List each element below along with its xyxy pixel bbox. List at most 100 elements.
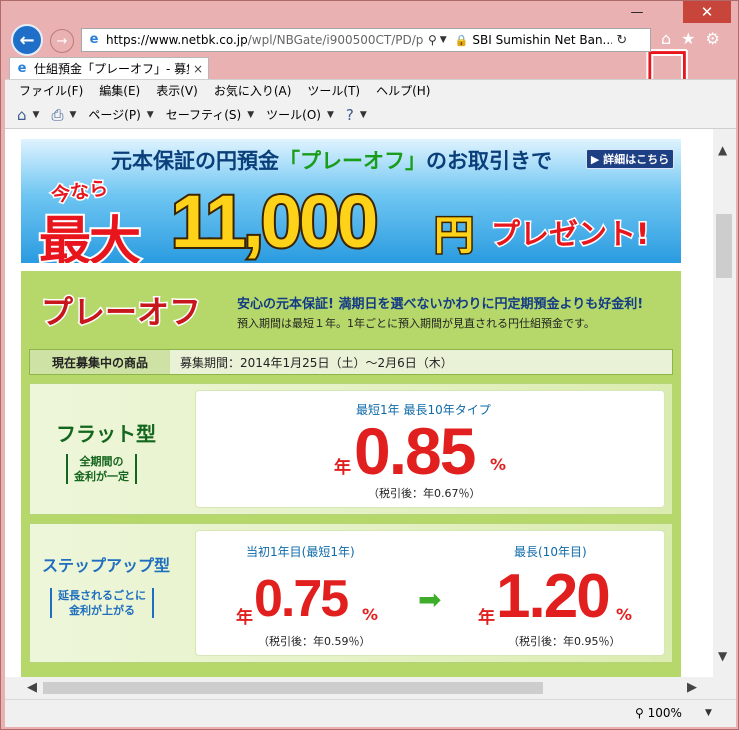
ie-logo-icon: e (17, 60, 27, 76)
vertical-scrollbar[interactable]: ▲ ▼ (713, 129, 736, 677)
menu-favorites[interactable]: お気に入り(A) (214, 82, 292, 99)
stepup-first-percent: % (362, 605, 379, 624)
favorites-star-icon[interactable]: ★ (681, 29, 695, 48)
dropdown-arrow-icon[interactable]: ▼ (247, 110, 254, 120)
url-input[interactable]: https://www.netbk.co.jp/wpl/NBGate/i9005… (106, 33, 424, 47)
flat-type-row: フラット型 全期間の金利が一定 最短1年 最長10年タイプ 年 0.85 % （… (29, 383, 673, 515)
flat-rate-value: 0.85 (354, 414, 476, 488)
settings-gear-icon[interactable]: ⚙ (706, 29, 720, 48)
headline-product: 「プレーオフ」 (279, 149, 426, 173)
horizontal-scroll-thumb[interactable] (43, 682, 543, 694)
ie-logo-icon: e (89, 32, 99, 47)
arrow-left-icon: ← (19, 29, 35, 51)
zoom-magnifier-icon: ⚲ (635, 706, 648, 720)
tab-close-button[interactable]: × (193, 62, 203, 76)
menu-help[interactable]: ヘルプ(H) (376, 82, 430, 99)
flat-after-tax: （税引後：年0.67％） (368, 487, 481, 500)
arrow-right-icon: → (56, 33, 68, 49)
refresh-icon[interactable]: ↻ (616, 33, 627, 48)
stepup-max-after-tax: （税引後：年0.95％） (508, 635, 621, 648)
menu-tools[interactable]: ツール(T) (307, 82, 360, 99)
page-menu[interactable]: ページ(P) (88, 106, 140, 123)
stepup-type-name: ステップアップ型 (42, 556, 171, 575)
help-icon[interactable]: ? (346, 106, 354, 124)
zoom-level[interactable]: ⚲ 100% (635, 706, 682, 720)
status-bar: ⚲ 100% ▼ (5, 699, 736, 727)
campaign-banner[interactable]: 元本保証の円預金「プレーオフ」のお取引きで ▶ 詳細はこちら 今なら 最大 11… (21, 139, 681, 263)
search-icon[interactable]: ⚲ (428, 33, 437, 47)
recruitment-bar: 現在募集中の商品 募集期間：2014年1月25日（土）～2月6日（木） (29, 349, 673, 375)
menu-file[interactable]: ファイル(F) (19, 82, 83, 99)
site-identity[interactable]: SBI Sumishin Net Ban... (472, 33, 612, 47)
dropdown-arrow-icon[interactable]: ▼ (33, 110, 40, 120)
browser-actions: ⌂ ★ ⚙ (661, 29, 720, 48)
stepup-max-rate: 1.20 (496, 562, 611, 631)
home-icon[interactable]: ⌂ (661, 29, 671, 48)
url-host: https://www.netbk.co.jp (106, 33, 248, 47)
title-bar: — ☐ ✕ (1, 1, 738, 104)
tab-playoff[interactable]: e 仕組預金「プレーオフ」- 募集... × (9, 57, 209, 79)
flat-type-note: 全期間の 金利が一定 (66, 454, 137, 484)
product-title: プレーオフ (39, 292, 202, 333)
product-panel: プレーオフ 安心の元本保証! 満期日を選べないかわりに円定期預金よりも好金利! … (21, 271, 681, 677)
horizontal-scrollbar[interactable]: ◀ ▶ (5, 677, 713, 699)
scroll-left-icon[interactable]: ◀ (27, 680, 37, 695)
safety-menu[interactable]: セーフティ(S) (166, 106, 242, 123)
flat-note-line2: 金利が一定 (74, 470, 129, 483)
play-icon: ▶ (590, 152, 604, 166)
dropdown-arrow-icon[interactable]: ▼ (360, 110, 367, 120)
forward-button[interactable]: → (50, 29, 74, 53)
dropdown-arrow-icon[interactable]: ▼ (705, 708, 712, 718)
lock-icon[interactable]: 🔒 (455, 34, 469, 47)
flat-rate-card: 最短1年 最長10年タイプ 年 0.85 % （税引後：年0.67％） (195, 390, 665, 508)
details-button-label: 詳細はこちら (603, 153, 670, 166)
zoom-value: 100% (647, 706, 682, 720)
page-content: 元本保証の円預金「プレーオフ」のお取引きで ▶ 詳細はこちら 今なら 最大 11… (5, 129, 713, 677)
tab-label: 仕組預金「プレーオフ」- 募集... (34, 62, 189, 76)
print-icon[interactable]: ⎙ (51, 106, 63, 124)
browser-window: — ☐ ✕ ← → e https://www.netbk.co.jp/wpl/… (0, 0, 739, 730)
flat-type-name: フラット型 (56, 422, 156, 446)
scroll-up-icon[interactable]: ▲ (718, 143, 727, 157)
vertical-scroll-thumb[interactable] (716, 214, 732, 278)
dropdown-arrow-icon[interactable]: ▼ (69, 110, 76, 120)
headline-before: 元本保証の円預金 (111, 149, 279, 173)
menu-edit[interactable]: 編集(E) (99, 82, 140, 99)
address-bar[interactable]: e https://www.netbk.co.jp/wpl/NBGate/i90… (81, 28, 651, 52)
stepup-first-year: 年 (236, 608, 253, 628)
dropdown-arrow-icon[interactable]: ▼ (327, 110, 334, 120)
tools-menu[interactable]: ツール(O) (266, 106, 321, 123)
flat-rate-percent: % (490, 455, 507, 474)
banner-present: プレゼント! (489, 216, 650, 253)
scroll-down-icon[interactable]: ▼ (718, 649, 727, 663)
scroll-right-icon[interactable]: ▶ (687, 680, 697, 695)
navigation-row: ← → e https://www.netbk.co.jp/wpl/NBGate… (5, 23, 736, 57)
command-bar: ⌂ ▼ ⎙ ▼ ページ(P) ▼ セーフティ(S) ▼ ツール(O) ▼ ? ▼ (5, 101, 736, 129)
arrow-right-icon: ➡ (418, 583, 442, 616)
dropdown-arrow-icon[interactable]: ▼ (440, 35, 447, 45)
close-window-button[interactable]: ✕ (683, 1, 731, 23)
banner-amount: 11,000 (169, 178, 380, 263)
details-button[interactable]: ▶ 詳細はこちら (586, 149, 674, 169)
menu-view[interactable]: 表示(V) (156, 82, 198, 99)
stepup-type-row: ステップアップ型 延長されるごとに 金利が上がる 当初1年目(最短1年) 年 0.… (29, 523, 673, 663)
home-icon[interactable]: ⌂ (17, 106, 27, 124)
banner-max: 最大 (37, 210, 143, 263)
menu-bar: ファイル(F) 編集(E) 表示(V) お気に入り(A) ツール(T) ヘルプ(… (5, 79, 736, 101)
stepup-max-label: 最長(10年目) (514, 545, 587, 559)
dropdown-arrow-icon[interactable]: ▼ (147, 110, 154, 120)
stepup-note-line1: 延長されるごとに (58, 589, 146, 602)
product-lead: 安心の元本保証! 満期日を選べないかわりに円定期預金よりも好金利! (237, 297, 644, 312)
stepup-first-after-tax: （税引後：年0.59％） (258, 635, 371, 648)
flat-year-label: 年 (334, 458, 351, 478)
product-description: 預入期間は最短１年。1年ごとに預入期間が見直される円仕組預金です。 (237, 317, 595, 330)
flat-note-line1: 全期間の (79, 455, 124, 468)
banner-yen: 円 (433, 212, 476, 261)
back-button[interactable]: ← (11, 24, 43, 56)
tab-row: e 仕組預金「プレーオフ」- 募集... × (5, 57, 736, 79)
recruitment-label: 現在募集中の商品 (30, 350, 170, 374)
stepup-max-year: 年 (478, 608, 495, 628)
stepup-max-percent: % (616, 605, 633, 624)
minimize-button[interactable]: — (623, 1, 651, 23)
stepup-note-line2: 金利が上がる (69, 604, 135, 617)
